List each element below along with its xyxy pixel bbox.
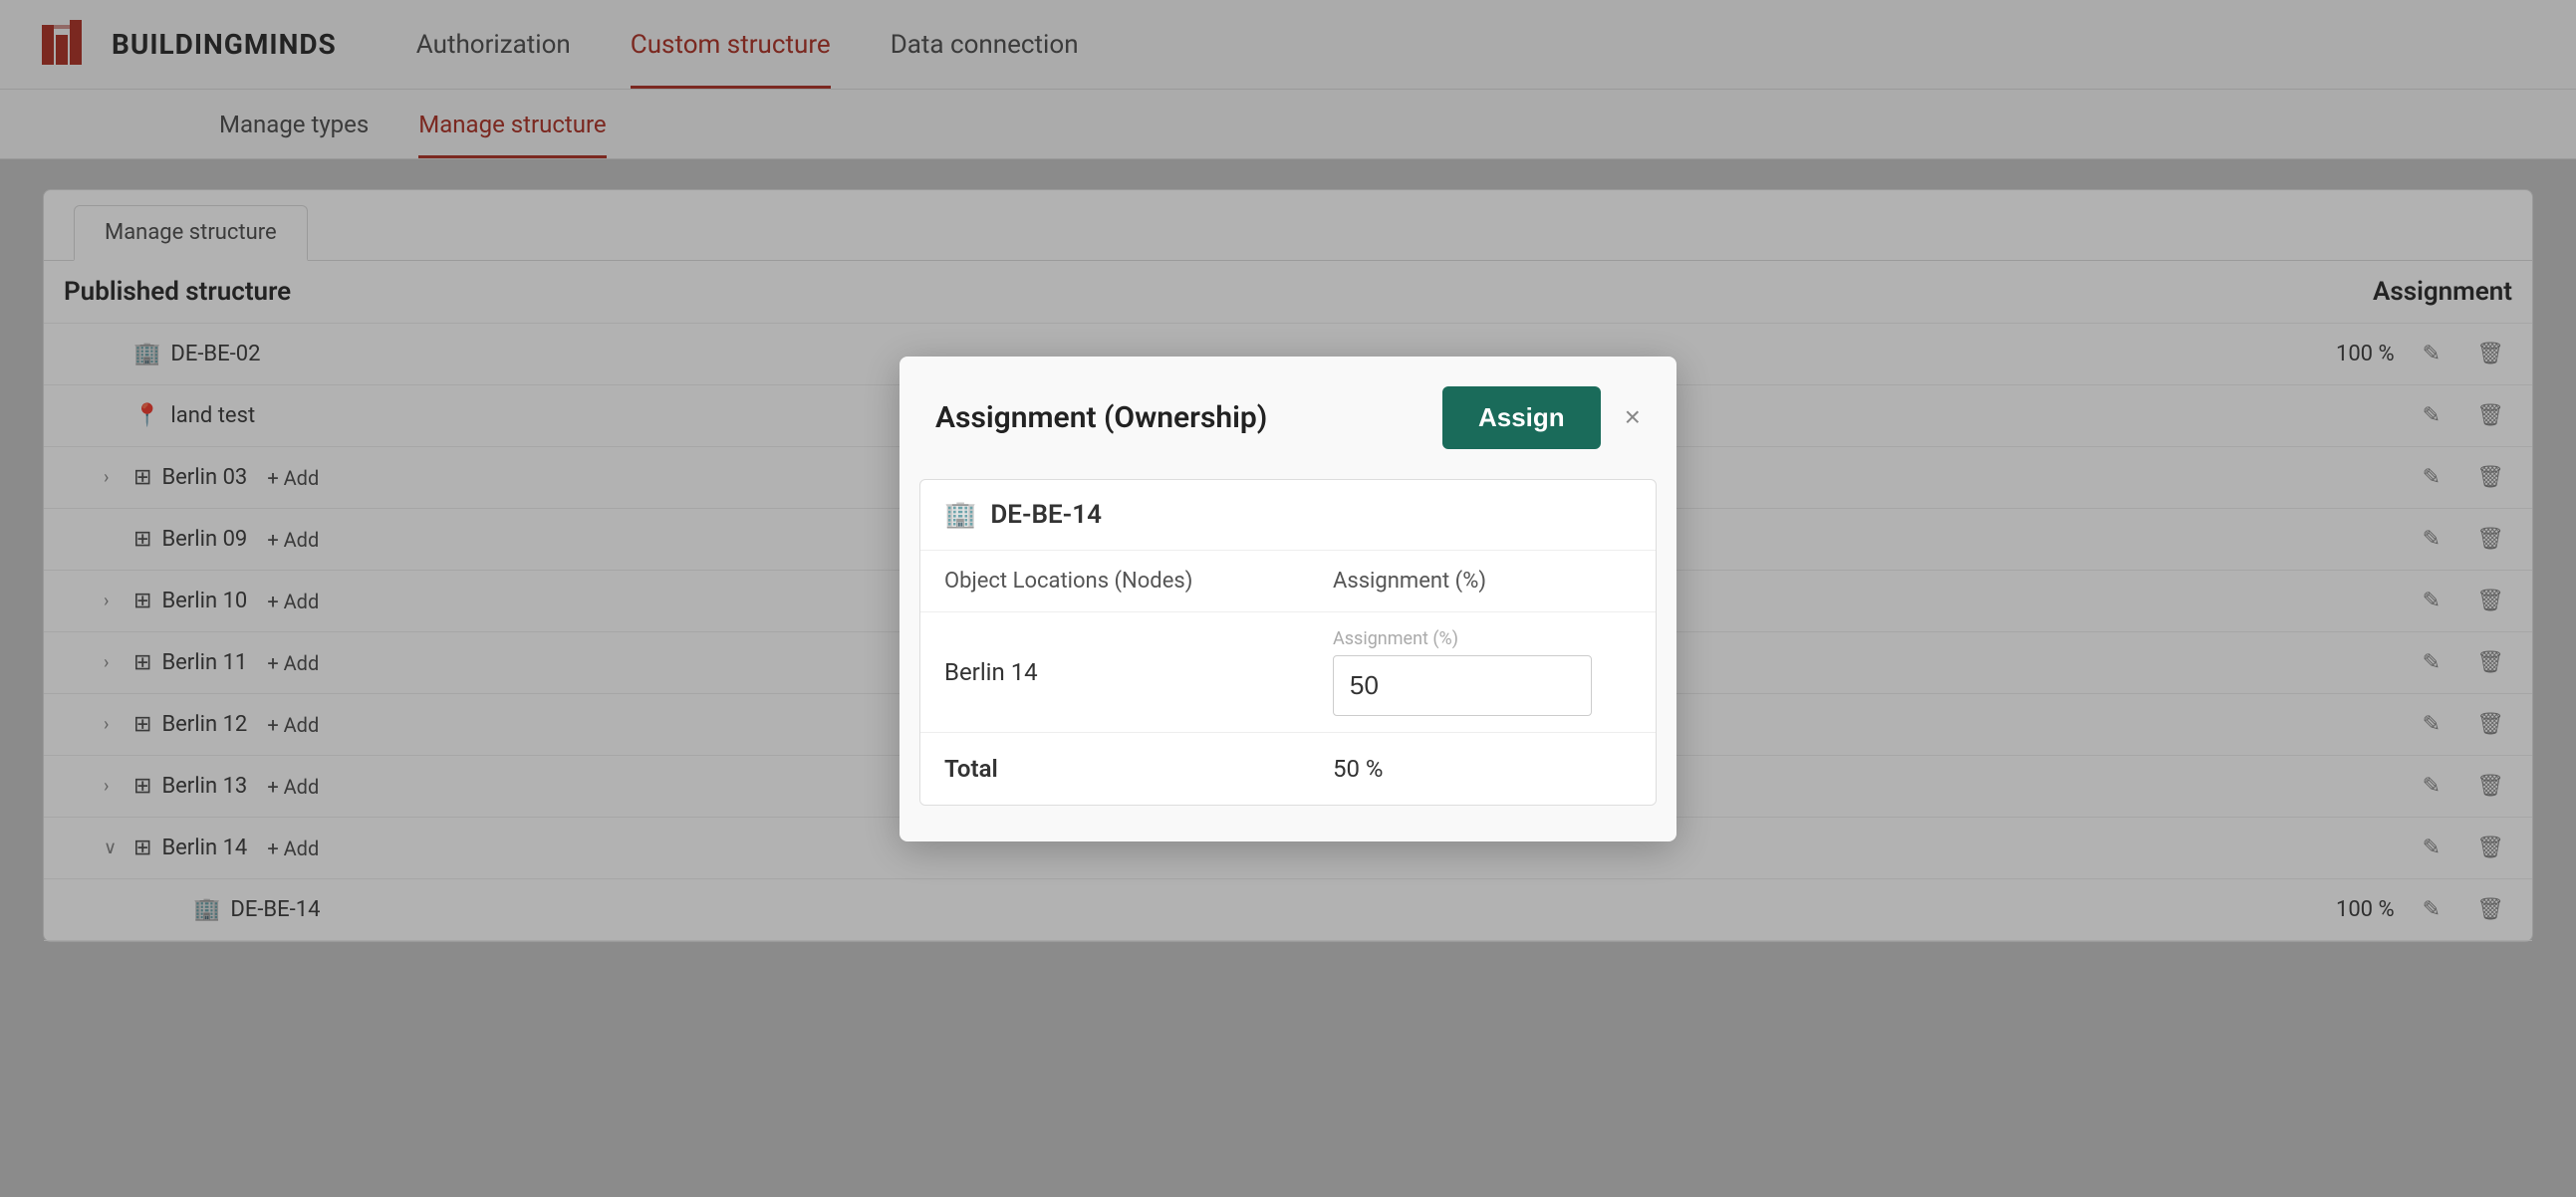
- modal-header-actions: Assign ×: [1442, 386, 1641, 449]
- modal-building-icon: 🏢: [944, 500, 976, 530]
- modal-row-node-label: Berlin 14: [944, 658, 1333, 686]
- input-label: Assignment (%): [1333, 628, 1632, 649]
- assignment-input[interactable]: [1333, 655, 1592, 716]
- modal-col-right: Assignment (%): [1333, 569, 1632, 594]
- modal-table-header: Object Locations (Nodes) Assignment (%): [920, 551, 1656, 612]
- modal-overlay[interactable]: Assignment (Ownership) Assign × 🏢 DE-BE-…: [0, 0, 2576, 1197]
- modal-header: Assignment (Ownership) Assign ×: [900, 357, 1676, 479]
- modal-body: 🏢 DE-BE-14 Object Locations (Nodes) Assi…: [900, 479, 1676, 841]
- modal-building-row: 🏢 DE-BE-14: [920, 480, 1656, 551]
- assign-button[interactable]: Assign: [1442, 386, 1601, 449]
- modal-row-input-area: Assignment (%): [1333, 628, 1632, 716]
- total-label: Total: [944, 755, 1333, 783]
- modal-section: 🏢 DE-BE-14 Object Locations (Nodes) Assi…: [919, 479, 1657, 806]
- close-button[interactable]: ×: [1625, 401, 1641, 433]
- modal-building-name: DE-BE-14: [990, 500, 1102, 530]
- modal-col-left: Object Locations (Nodes): [944, 569, 1333, 594]
- modal-total-row: Total 50 %: [920, 733, 1656, 805]
- assignment-modal: Assignment (Ownership) Assign × 🏢 DE-BE-…: [900, 357, 1676, 841]
- modal-title: Assignment (Ownership): [935, 400, 1267, 435]
- total-value: 50 %: [1333, 755, 1632, 783]
- modal-data-row: Berlin 14 Assignment (%): [920, 612, 1656, 733]
